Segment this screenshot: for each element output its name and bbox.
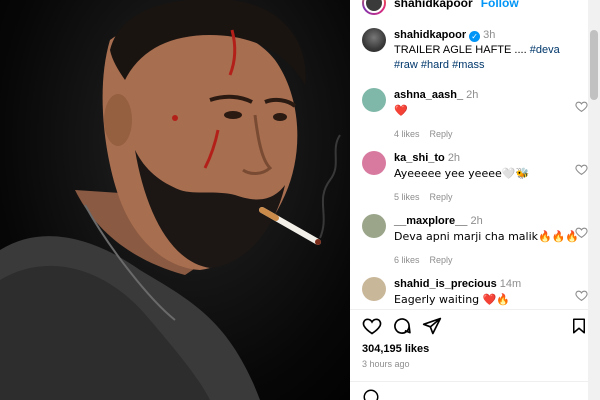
send-icon[interactable] — [422, 316, 442, 336]
heart-outline-icon[interactable] — [575, 226, 588, 239]
post-side-panel: shahidkapoor Follow shahidkapoor ✓ 3h TRAI… — [350, 0, 600, 400]
heart-outline-icon[interactable] — [575, 289, 588, 302]
caption-text: TRAILER AGLE HAFTE .... — [394, 44, 527, 56]
comment-text: Eagerly waiting ❤️🔥 — [394, 293, 511, 306]
author-avatar[interactable] — [362, 28, 386, 52]
comment-likes[interactable]: 6 likes — [394, 255, 420, 265]
commenter-avatar[interactable] — [362, 277, 386, 301]
author-username[interactable]: shahidkapoor — [394, 0, 473, 10]
likes-count[interactable]: 304,195 likes — [362, 343, 429, 355]
scrollbar-thumb[interactable] — [590, 30, 598, 100]
comment-icon[interactable] — [392, 316, 412, 336]
verified-badge-icon: ✓ — [469, 31, 481, 42]
hashtag-link[interactable]: #hard — [421, 59, 449, 71]
follow-button[interactable]: Follow — [481, 0, 519, 10]
comment-item: ka_shi_to 2h Ayeeeee yee yeeee🤍🐝 5 likes… — [362, 151, 588, 205]
comment-username[interactable]: ka_shi_to — [394, 152, 445, 164]
post-image[interactable] — [0, 0, 350, 400]
portrait-illustration — [0, 0, 341, 400]
action-bar — [362, 316, 588, 338]
caption-username[interactable]: shahidkapoor — [394, 29, 466, 41]
comment-item: shahid_is_precious 14m Eagerly waiting ❤… — [362, 277, 588, 308]
caption-time[interactable]: 3h — [483, 29, 495, 41]
comment-time[interactable]: 2h — [470, 215, 482, 227]
comment-time[interactable]: 14m — [500, 278, 521, 290]
comment-username[interactable]: __maxplore__ — [394, 215, 467, 227]
comment-likes[interactable]: 5 likes — [394, 192, 420, 202]
heart-icon[interactable] — [362, 316, 382, 336]
divider — [350, 309, 588, 310]
comment-likes[interactable]: 4 likes — [394, 129, 420, 139]
comment-text: ❤️ — [394, 104, 408, 117]
comment-time[interactable]: 2h — [448, 152, 460, 164]
heart-outline-icon[interactable] — [575, 163, 588, 176]
hashtag-link[interactable]: #raw — [394, 59, 418, 71]
emoji-icon[interactable] — [362, 388, 380, 400]
comment-item: __maxplore__ 2h Deva apni marji cha mali… — [362, 214, 588, 268]
commenter-avatar[interactable] — [362, 151, 386, 175]
commenter-avatar[interactable] — [362, 88, 386, 112]
scrollbar[interactable] — [588, 0, 600, 400]
comment-text: Ayeeeee yee yeeee🤍🐝 — [394, 167, 530, 180]
heart-outline-icon[interactable] — [575, 100, 588, 113]
hashtag-link[interactable]: #deva — [530, 44, 560, 56]
reply-button[interactable]: Reply — [430, 192, 453, 202]
comment-text: Deva apni marji cha malik🔥🔥🔥 — [394, 230, 580, 243]
hashtag-link[interactable]: #mass — [452, 59, 484, 71]
divider — [350, 381, 588, 382]
commenter-avatar[interactable] — [362, 214, 386, 238]
add-comment-row[interactable] — [362, 388, 588, 400]
reply-button[interactable]: Reply — [430, 255, 453, 265]
post-timestamp[interactable]: 3 hours ago — [362, 359, 410, 369]
bookmark-icon[interactable] — [570, 316, 588, 336]
post-caption: shahidkapoor ✓ 3h TRAILER AGLE HAFTE .... … — [362, 28, 584, 73]
author-avatar[interactable] — [362, 0, 386, 15]
post-header: shahidkapoor Follow — [362, 0, 519, 15]
cigarette — [259, 207, 321, 245]
comment-time[interactable]: 2h — [466, 89, 478, 101]
comment-username[interactable]: shahid_is_precious — [394, 278, 497, 290]
comment-username[interactable]: ashna_aash_ — [394, 89, 463, 101]
reply-button[interactable]: Reply — [430, 129, 453, 139]
comment-item: ashna_aash_ 2h ❤️ 4 likes Reply — [362, 88, 588, 142]
